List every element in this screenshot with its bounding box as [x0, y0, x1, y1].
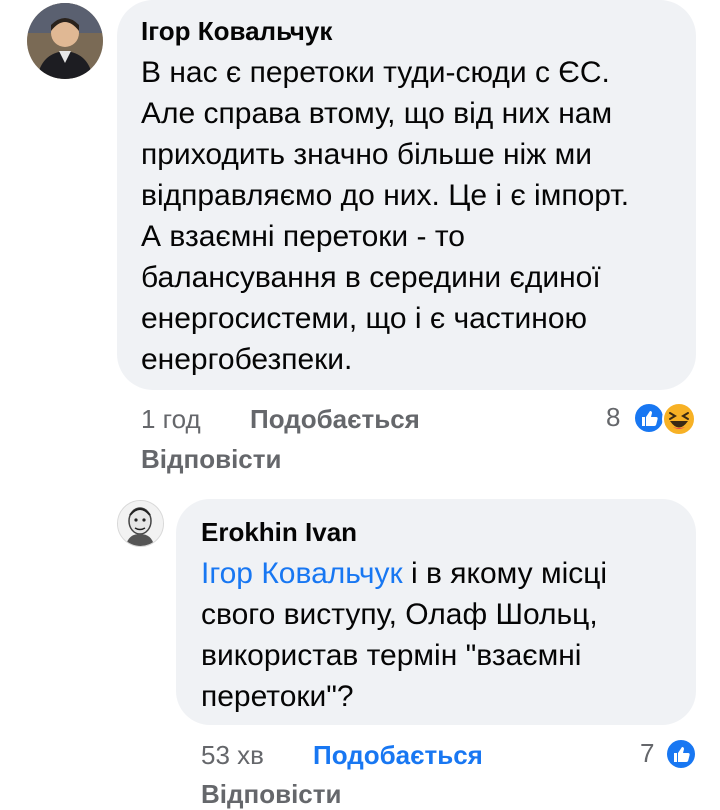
user-photo-icon	[118, 501, 163, 546]
comment-line: енергобезпеки.	[141, 343, 353, 376]
comment-line: Але справа втому, що від них нам	[141, 97, 613, 130]
reply-line: перетоки"?	[201, 680, 354, 713]
reply-line: використав термін "взаємні	[201, 639, 582, 672]
laugh-icon[interactable]	[662, 402, 696, 441]
comment-line: балансування в середини єдиної	[141, 261, 601, 294]
reply-button[interactable]: Відповісти	[141, 444, 281, 475]
comment-line: В нас є перетоки туди-сюди с ЄС.	[141, 56, 610, 89]
like-button[interactable]: Подобається	[250, 404, 420, 435]
reply-line-rest: і в якому місці	[402, 557, 608, 590]
comment-text: В нас є перетоки туди-сюди с ЄС. Але спр…	[141, 52, 686, 380]
like-icon[interactable]	[633, 402, 665, 439]
avatar[interactable]	[117, 500, 164, 547]
reply-timestamp[interactable]: 53 хв	[201, 740, 264, 771]
reply-like-button[interactable]: Подобається	[313, 740, 483, 771]
mention-link[interactable]: Ігор Ковальчук	[201, 557, 403, 590]
like-icon[interactable]	[665, 738, 697, 775]
reply-line: свого виступу, Олаф Шольц,	[201, 598, 598, 631]
reply-reaction-count[interactable]: 7	[640, 738, 654, 769]
comment-line: відправляємо до них. Це і є імпорт.	[141, 179, 630, 212]
comment-line: приходить значно більше ніж ми	[141, 138, 592, 171]
reply-author[interactable]: Erokhin Ivan	[201, 515, 357, 549]
comment-line: А взаємні перетоки - то	[141, 220, 465, 253]
comment-author[interactable]: Ігор Ковальчук	[141, 14, 332, 48]
reply-text: Ігор Ковальчук і в якому місці свого вис…	[201, 553, 686, 717]
comment-timestamp[interactable]: 1 год	[141, 404, 201, 435]
comment-line: енергосистеми, що і є частиною	[141, 302, 588, 335]
user-photo-icon	[27, 3, 103, 79]
avatar[interactable]	[27, 3, 103, 79]
reply-reply-button[interactable]: Відповісти	[201, 779, 341, 810]
reply-line: Ігор Ковальчук і в якому місці	[201, 553, 686, 594]
reaction-count[interactable]: 8	[606, 402, 620, 433]
